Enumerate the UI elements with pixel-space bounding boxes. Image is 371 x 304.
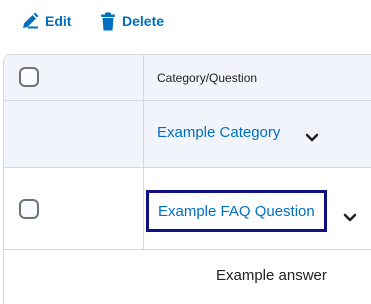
toolbar: Edit Delete (0, 0, 371, 42)
row-divider (4, 249, 371, 250)
row-divider (4, 100, 371, 101)
delete-label: Delete (122, 13, 165, 29)
delete-button[interactable]: Delete (100, 9, 164, 33)
question-link[interactable]: Example FAQ Question (146, 190, 327, 232)
select-all-checkbox[interactable] (19, 67, 39, 87)
question-row-checkbox[interactable] (19, 199, 39, 219)
chevron-down-icon[interactable] (305, 130, 319, 148)
row-divider (4, 167, 371, 168)
faq-table: Category/Question Example Category Examp… (3, 54, 371, 304)
category-link[interactable]: Example Category (157, 124, 280, 141)
column-divider (143, 55, 144, 249)
edit-button[interactable]: Edit (21, 9, 71, 33)
chevron-down-icon[interactable] (343, 210, 357, 228)
question-answer: Example answer (216, 267, 327, 284)
pencil-icon (21, 12, 39, 30)
column-header-category-question: Category/Question (157, 71, 258, 85)
trash-icon (100, 12, 116, 31)
edit-label: Edit (45, 13, 72, 29)
